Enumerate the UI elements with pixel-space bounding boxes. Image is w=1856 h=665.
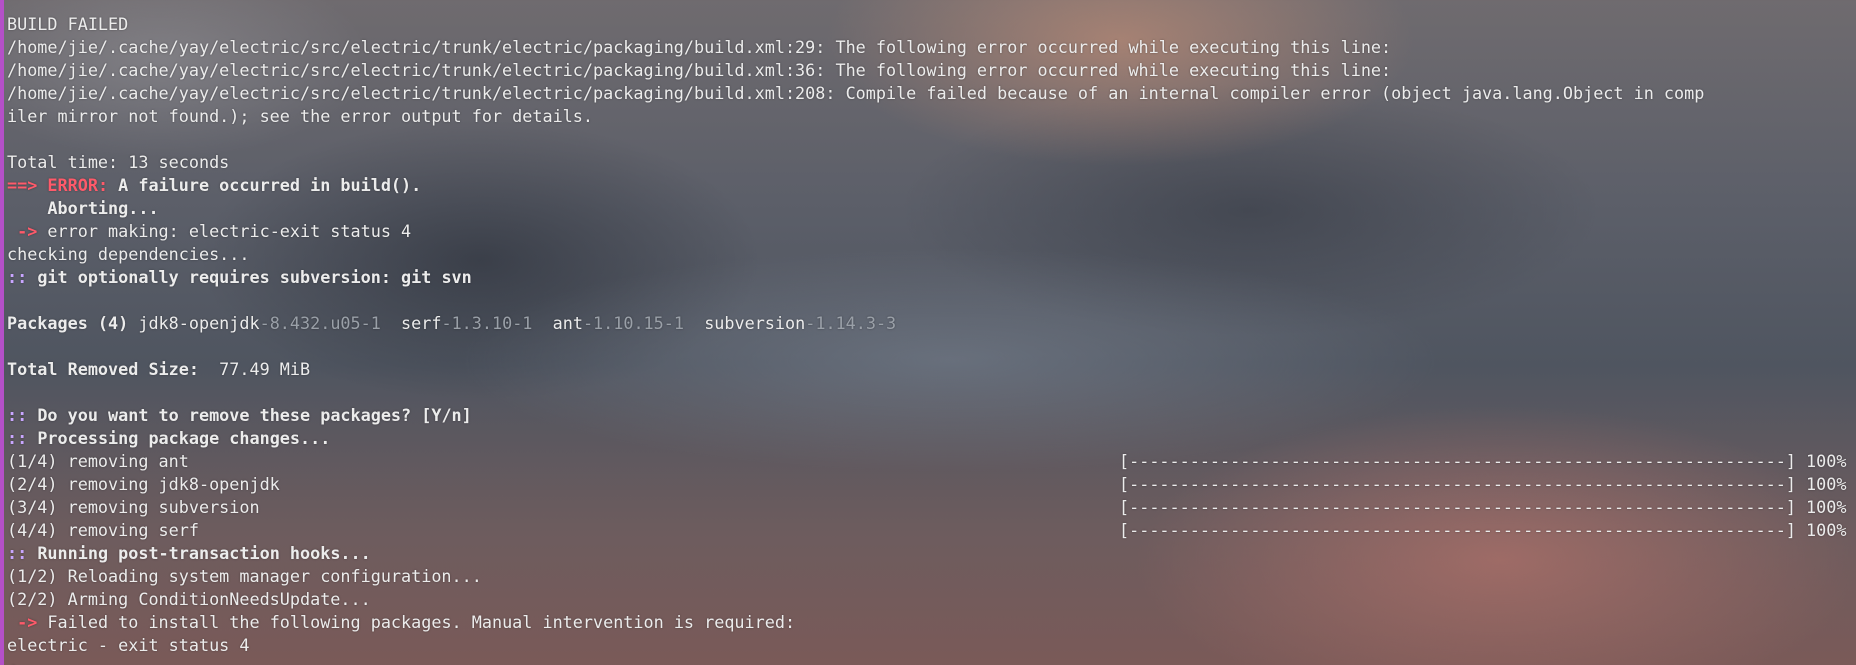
- progress-bar: [---------------------------------------…: [1119, 520, 1847, 540]
- progress-percent: 100%: [1806, 474, 1847, 494]
- output-line: (1/2) Reloading system manager configura…: [7, 566, 482, 586]
- error-line: ==> ERROR: A failure occurred in build()…: [7, 175, 422, 195]
- progress-bar: [---------------------------------------…: [1119, 474, 1847, 494]
- packages-line: Packages (4) jdk8-openjdk-8.432.u05-1 se…: [7, 312, 1856, 335]
- output-line: /home/jie/.cache/yay/electric/src/electr…: [7, 60, 1392, 80]
- package-version: -1.10.15-1: [582, 313, 684, 333]
- progress-bar: [---------------------------------------…: [1119, 497, 1847, 517]
- progress-line: (3/4) removing subversion [--------------…: [7, 497, 1847, 517]
- progress-percent: 100%: [1806, 497, 1847, 517]
- package-version: -8.432.u05-1: [259, 313, 381, 333]
- arrow-icon: ->: [7, 612, 48, 632]
- progress-percent: 100%: [1806, 451, 1847, 471]
- package-version: -1.3.10-1: [441, 313, 533, 333]
- arrow-icon: ->: [7, 221, 48, 241]
- progress-percent: 100%: [1806, 520, 1847, 540]
- package-version: -1.14.3-3: [805, 313, 897, 333]
- removed-size-label: Total Removed Size:: [7, 359, 199, 379]
- exit-status-line: electric - exit status 4: [7, 635, 250, 655]
- progress-bar-fill: ----------------------------------------…: [1129, 497, 1786, 517]
- aborting-line: Aborting...: [7, 198, 159, 218]
- confirm-prompt-line: :: Do you want to remove these packages?…: [7, 405, 472, 425]
- optional-deps-line: :: git optionally requires subversion: g…: [7, 267, 472, 287]
- removed-size-line: Total Removed Size: 77.49 MiB: [7, 358, 1856, 381]
- processing-line: :: Processing package changes...: [7, 428, 331, 448]
- total-time-line: Total time: 13 seconds: [7, 152, 230, 172]
- output-line: checking dependencies...: [7, 244, 250, 264]
- prompt-prefix: ::: [7, 267, 28, 287]
- error-prefix: ==>: [7, 175, 48, 195]
- package-name: serf: [380, 313, 442, 333]
- progress-line: (2/4) removing jdk8-openjdk [------------…: [7, 474, 1847, 494]
- prompt-prefix: ::: [7, 405, 28, 425]
- prompt-prefix: ::: [7, 428, 28, 448]
- output-line: iler mirror not found.); see the error o…: [7, 106, 593, 126]
- error-making-line: -> error making: electric-exit status 4: [7, 221, 412, 241]
- output-line: /home/jie/.cache/yay/electric/src/electr…: [7, 37, 1392, 57]
- packages-label: Packages (4): [7, 313, 129, 333]
- prompt-prefix: ::: [7, 543, 28, 563]
- shell-prompt-line[interactable]: ➜ ~: [7, 657, 1856, 665]
- output-line: (2/2) Arming ConditionNeedsUpdate...: [7, 589, 371, 609]
- hooks-line: :: Running post-transaction hooks...: [7, 543, 371, 563]
- error-label: ERROR:: [47, 175, 109, 195]
- package-name: ant: [532, 313, 583, 333]
- progress-bar-fill: ----------------------------------------…: [1129, 451, 1786, 471]
- progress-bar-fill: ----------------------------------------…: [1129, 520, 1786, 540]
- window-border: [0, 0, 4, 665]
- output-line: BUILD FAILED: [7, 14, 129, 34]
- removed-size-value: 77.49 MiB: [198, 359, 311, 379]
- failed-install-line: -> Failed to install the following packa…: [7, 612, 796, 632]
- progress-bar: [---------------------------------------…: [1119, 451, 1847, 471]
- progress-bar-fill: ----------------------------------------…: [1129, 474, 1786, 494]
- progress-line: (1/4) removing ant [---------------------…: [7, 451, 1847, 471]
- progress-line: (4/4) removing serf [--------------------…: [7, 520, 1847, 540]
- package-name: subversion: [683, 313, 806, 333]
- shell-prompt-icon: ➜ ~: [7, 658, 37, 665]
- output-line: /home/jie/.cache/yay/electric/src/electr…: [7, 83, 1705, 103]
- terminal-output[interactable]: BUILD FAILED /home/jie/.cache/yay/electr…: [7, 13, 1856, 665]
- package-name: jdk8-openjdk: [128, 313, 260, 333]
